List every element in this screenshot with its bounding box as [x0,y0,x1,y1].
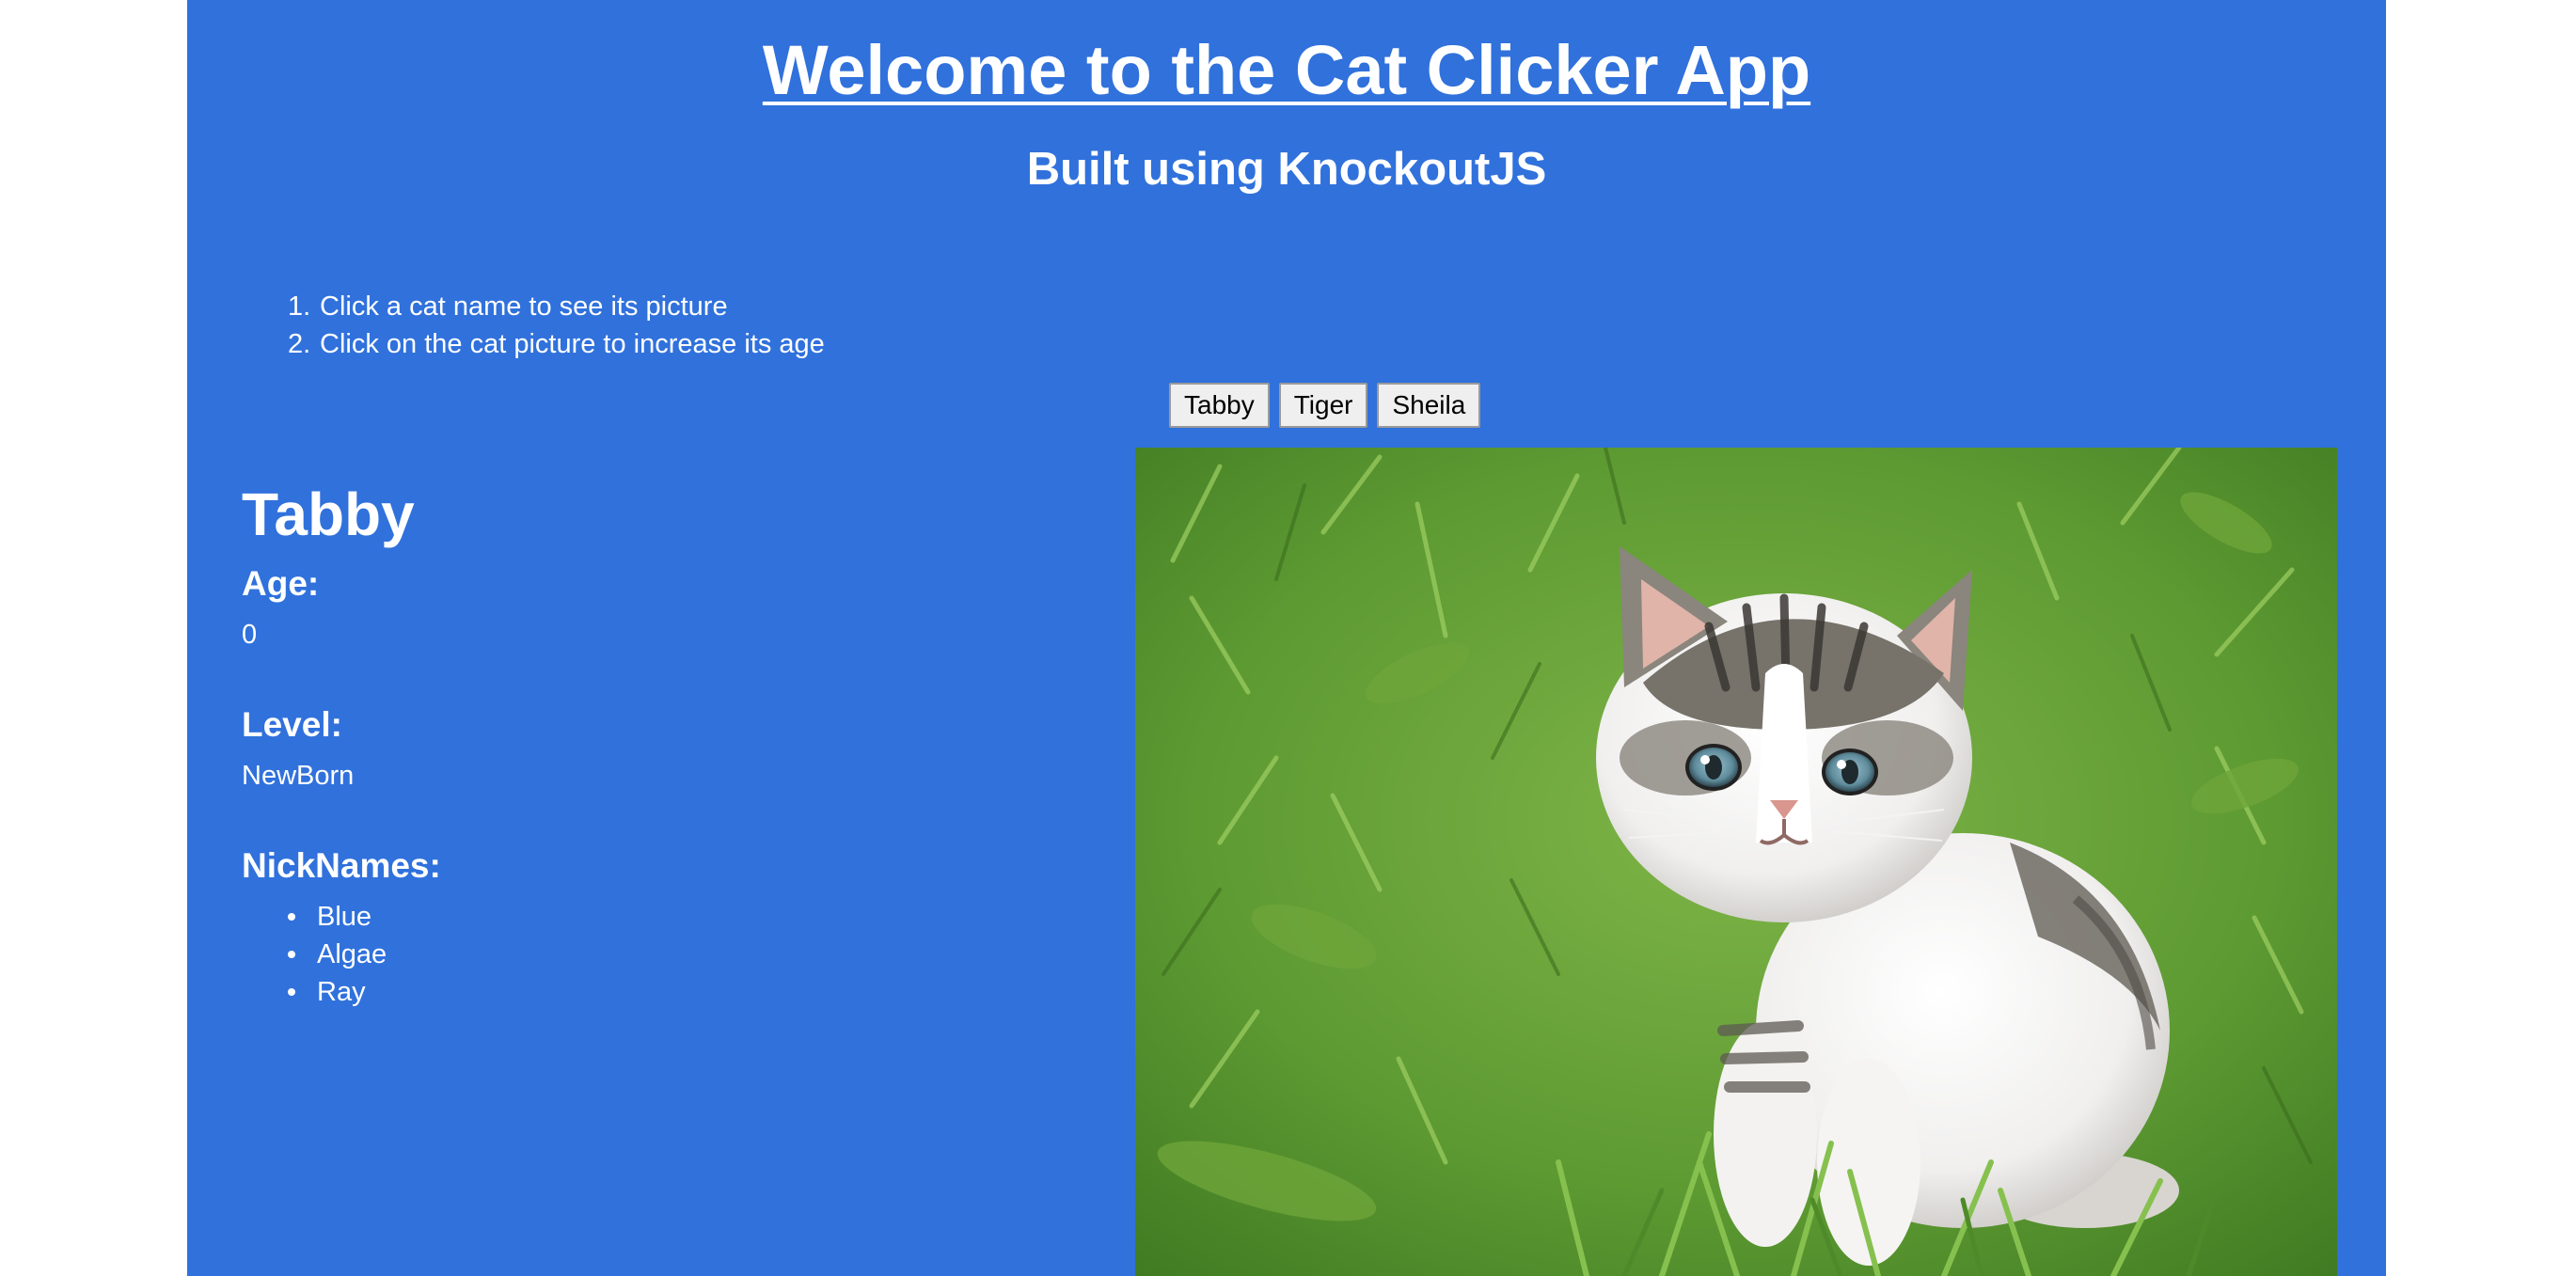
cat-details: Tabby Age: 0 Level: NewBorn NickNames: B… [242,475,1088,1011]
nickname-item: Algae [288,936,1088,973]
nickname-item: Ray [288,973,1088,1011]
level-label: Level: [242,705,342,744]
cat-name: Tabby [242,480,415,548]
app-container: Welcome to the Cat Clicker App Built usi… [187,0,2386,1276]
nicknames-list: Blue Algae Ray [242,898,1088,1011]
instruction-item: 2. Click on the cat picture to increase i… [288,325,825,363]
instruction-text: Click a cat name to see its picture [320,291,728,322]
page-subtitle: Built using KnockoutJS [1026,144,1547,195]
kitten-in-grass-illustration [1135,448,2337,1276]
page-title: Welcome to the Cat Clicker App [762,31,1811,109]
instruction-item: 1. Click a cat name to see its picture [288,288,825,325]
nickname-item: Blue [288,898,1088,936]
cat-button-sheila[interactable]: Sheila [1377,383,1481,428]
cat-button-tiger[interactable]: Tiger [1278,383,1368,428]
cat-button-row: Tabby Tiger Sheila [1169,383,1481,428]
cat-picture[interactable] [1135,448,2337,1276]
level-value: NewBorn [242,761,355,791]
age-label: Age: [242,564,320,603]
cat-button-tabby[interactable]: Tabby [1169,383,1270,428]
instruction-text: Click on the cat picture to increase its… [320,329,825,359]
instruction-number: 1. [288,291,311,322]
nicknames-label: NickNames: [242,846,441,885]
instructions-list: 1. Click a cat name to see its picture 2.… [288,288,825,363]
instruction-number: 2. [288,329,311,359]
age-value: 0 [242,620,258,650]
